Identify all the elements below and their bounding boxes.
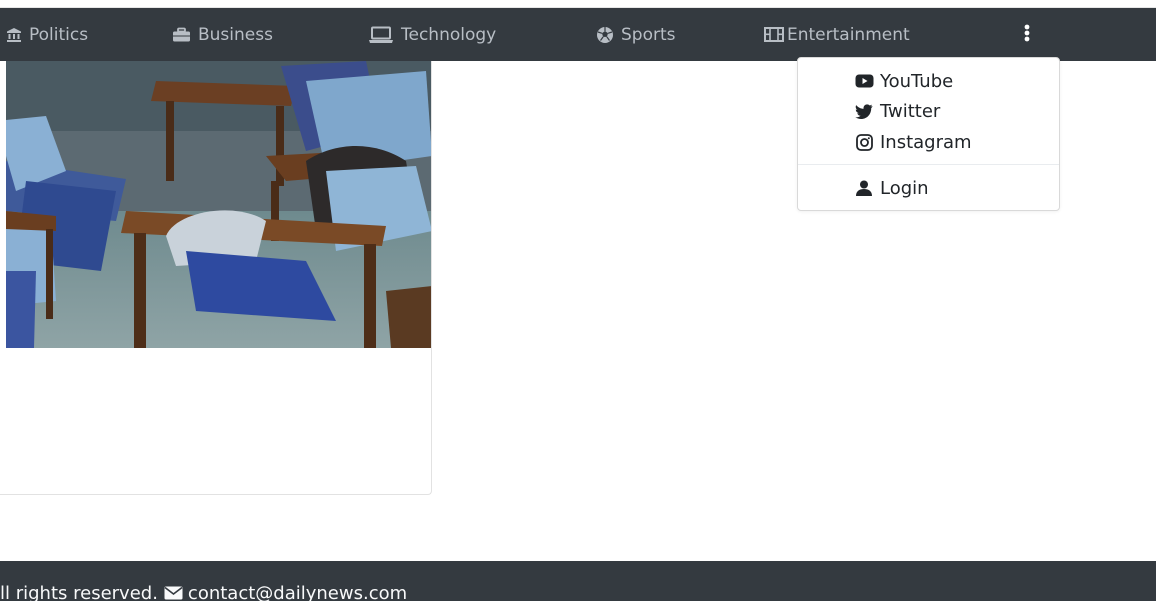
nav-label: Technology xyxy=(401,24,497,45)
dropdown-label: Instagram xyxy=(880,131,972,153)
main-navbar: Politics Business Technology Sports Ente… xyxy=(0,8,1156,61)
news-card[interactable] xyxy=(0,61,432,495)
film-icon xyxy=(764,27,784,42)
nav-label: Sports xyxy=(621,24,676,45)
futbol-icon xyxy=(596,26,614,44)
nav-item-technology[interactable]: Technology xyxy=(368,8,496,61)
copyright-text: ll rights reserved. xyxy=(0,582,158,601)
nav-item-business[interactable]: Business xyxy=(172,8,273,61)
site-footer: ll rights reserved. contact@dailynews.co… xyxy=(0,561,1156,601)
dropdown-item-login[interactable]: Login xyxy=(854,174,929,202)
ellipsis-vertical-icon xyxy=(1024,24,1030,46)
contact-email-link[interactable]: contact@dailynews.com xyxy=(188,583,407,601)
nav-item-entertainment[interactable]: Entertainment xyxy=(764,8,910,61)
dropdown-label: YouTube xyxy=(880,70,954,92)
dropdown-item-twitter[interactable]: Twitter xyxy=(854,97,940,125)
nav-item-sports[interactable]: Sports xyxy=(596,8,676,61)
laptop-icon xyxy=(368,26,394,44)
nav-label: Politics xyxy=(29,24,89,45)
classroom-students-photo[interactable] xyxy=(6,61,431,348)
dropdown-item-instagram[interactable]: Instagram xyxy=(854,128,972,156)
landmark-icon xyxy=(6,27,22,43)
envelope-icon xyxy=(164,586,183,600)
twitter-icon xyxy=(854,103,874,119)
dropdown-item-youtube[interactable]: YouTube xyxy=(854,67,953,95)
briefcase-icon xyxy=(172,27,191,43)
youtube-icon xyxy=(854,74,874,88)
user-icon xyxy=(854,180,874,196)
top-edge xyxy=(0,0,1156,8)
instagram-icon xyxy=(854,133,874,151)
more-dropdown-menu: YouTube Twitter Instagram Login xyxy=(797,57,1060,211)
dropdown-label: Login xyxy=(880,177,929,199)
dropdown-label: Twitter xyxy=(880,100,941,122)
nav-item-politics[interactable]: Politics xyxy=(6,8,88,61)
more-menu-button[interactable] xyxy=(1020,8,1034,61)
nav-label: Entertainment xyxy=(787,24,910,45)
nav-label: Business xyxy=(198,24,273,45)
dropdown-divider xyxy=(798,164,1059,165)
footer-text: ll rights reserved. contact@dailynews.co… xyxy=(0,583,407,601)
